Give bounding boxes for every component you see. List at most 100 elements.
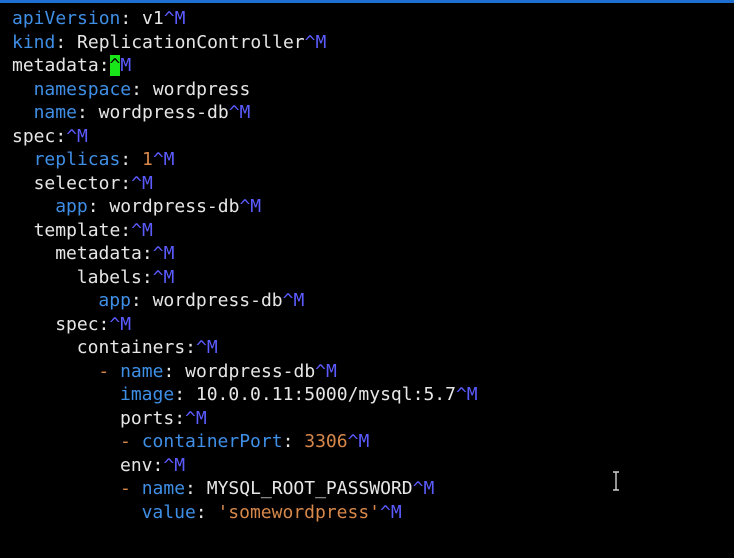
editor-line[interactable]: value: 'somewordpress'^M — [12, 501, 478, 525]
yaml-colon: : — [120, 172, 132, 194]
editor-line[interactable]: - name: MYSQL_ROOT_PASSWORD^M — [12, 477, 478, 501]
text-ibeam-cursor-icon — [613, 471, 619, 491]
yaml-key: kind — [12, 31, 56, 53]
editor-line[interactable]: - name: wordpress-db^M — [12, 360, 478, 384]
carriage-return-marker: ^M — [455, 384, 478, 405]
yaml-colon: : — [152, 454, 164, 476]
carriage-return-marker: ^M — [228, 102, 251, 123]
editor-line[interactable]: image: 10.0.0.11:5000/mysql:5.7^M — [12, 383, 478, 407]
yaml-value: wordpress-db — [141, 290, 283, 311]
yaml-colon: : — [98, 55, 110, 76]
yaml-colon: : — [55, 31, 67, 53]
editor-line[interactable]: ports:^M — [12, 407, 478, 431]
list-dash: - — [98, 360, 121, 382]
yaml-key: env — [120, 454, 153, 476]
yaml-key: labels — [76, 266, 142, 288]
yaml-value: 1 — [131, 149, 153, 170]
editor-line[interactable]: name: wordpress-db^M — [12, 101, 478, 125]
carriage-return-marker: ^M — [131, 172, 153, 194]
yaml-key: ports — [120, 407, 175, 429]
carriage-return-marker: ^M — [152, 243, 175, 264]
yaml-colon: : — [98, 313, 110, 335]
yaml-colon: : — [282, 431, 294, 452]
editor-line[interactable]: apiVersion: v1^M — [12, 7, 478, 31]
yaml-colon: : — [141, 266, 153, 288]
yaml-key: replicas — [33, 149, 121, 170]
editor-line[interactable]: - containerPort: 3306^M — [12, 430, 478, 454]
yaml-key: metadata — [55, 243, 142, 264]
yaml-value: MYSQL_ROOT_PASSWORD — [195, 478, 413, 499]
yaml-key: name — [33, 102, 77, 123]
text-cursor: ^ — [109, 55, 121, 76]
carriage-return-marker: ^M — [152, 266, 175, 288]
yaml-key: spec — [12, 125, 56, 147]
yaml-colon: : — [163, 360, 175, 382]
carriage-return-marker: ^M — [66, 125, 88, 147]
yaml-key: selector — [33, 172, 121, 194]
carriage-return-marker: ^M — [347, 431, 370, 452]
yaml-colon: : — [120, 8, 132, 29]
carriage-return-marker: ^M — [185, 407, 207, 429]
yaml-key: namespace — [33, 78, 132, 100]
editor-line[interactable]: selector:^M — [12, 172, 478, 196]
editor-line[interactable]: app: wordpress-db^M — [12, 195, 478, 219]
yaml-value: wordpress — [141, 78, 251, 100]
yaml-colon: : — [195, 501, 207, 523]
yaml-colon: : — [130, 290, 142, 311]
yaml-colon: : — [55, 125, 67, 147]
yaml-value: 3306 — [293, 431, 348, 452]
carriage-return-marker: ^M — [315, 360, 337, 382]
yaml-colon: : — [120, 219, 132, 241]
carriage-return-marker: ^M — [282, 290, 305, 311]
top-border — [0, 0, 734, 3]
carriage-return-marker: ^M — [109, 55, 132, 76]
carriage-return-marker: ^M — [239, 196, 262, 217]
editor-line[interactable]: replicas: 1^M — [12, 148, 478, 172]
yaml-colon: : — [131, 78, 142, 100]
editor-line[interactable]: metadata:^M — [12, 242, 478, 266]
editor-line[interactable]: env:^M — [12, 454, 478, 478]
yaml-value: 'somewordpress' — [206, 501, 381, 523]
editor-line[interactable]: spec:^M — [12, 313, 478, 337]
yaml-colon: : — [185, 478, 196, 499]
editor-line[interactable]: metadata:^M — [12, 54, 478, 78]
editor-line[interactable]: containers:^M — [12, 336, 478, 360]
yaml-key: value — [141, 501, 196, 523]
yaml-value: wordpress-db — [174, 360, 316, 382]
editor-line[interactable]: spec:^M — [12, 125, 478, 149]
yaml-colon: : — [185, 337, 197, 358]
yaml-key: name — [120, 360, 164, 382]
carriage-return-marker: ^M — [152, 149, 175, 170]
editor-line[interactable]: template:^M — [12, 219, 478, 243]
carriage-return-rest: M — [120, 55, 132, 76]
yaml-key: app — [55, 196, 88, 217]
carriage-return-marker: ^M — [131, 219, 153, 241]
yaml-key: spec — [55, 313, 99, 335]
yaml-value: 10.0.0.11:5000/mysql:5.7 — [185, 384, 456, 405]
terminal-window[interactable]: apiVersion: v1^M kind: ReplicationControl… — [0, 0, 734, 558]
editor-line[interactable]: labels:^M — [12, 266, 478, 290]
yaml-editor-buffer[interactable]: apiVersion: v1^M kind: ReplicationControl… — [12, 7, 478, 524]
editor-line[interactable]: namespace: wordpress — [12, 78, 478, 102]
carriage-return-marker: ^M — [380, 501, 402, 523]
yaml-key: apiVersion — [12, 8, 121, 29]
carriage-return-marker: ^M — [412, 478, 435, 499]
yaml-colon: : — [87, 196, 99, 217]
carriage-return-marker: ^M — [304, 31, 327, 53]
yaml-key: containers — [76, 337, 186, 358]
carriage-return-marker: ^M — [163, 8, 186, 29]
editor-line[interactable]: app: wordpress-db^M — [12, 289, 478, 313]
yaml-colon: : — [141, 243, 153, 264]
yaml-value: wordpress-db — [98, 196, 240, 217]
yaml-colon: : — [174, 407, 186, 429]
yaml-colon: : — [76, 102, 88, 123]
yaml-colon: : — [120, 149, 132, 170]
yaml-colon: : — [174, 384, 186, 405]
list-dash: - — [120, 478, 142, 499]
yaml-value: wordpress-db — [87, 102, 229, 123]
carriage-return-marker: ^M — [196, 337, 218, 358]
carriage-return-marker: ^M — [109, 313, 132, 335]
yaml-value: ReplicationController — [66, 31, 305, 53]
editor-line[interactable]: kind: ReplicationController^M — [12, 31, 478, 55]
yaml-key: app — [98, 290, 131, 311]
